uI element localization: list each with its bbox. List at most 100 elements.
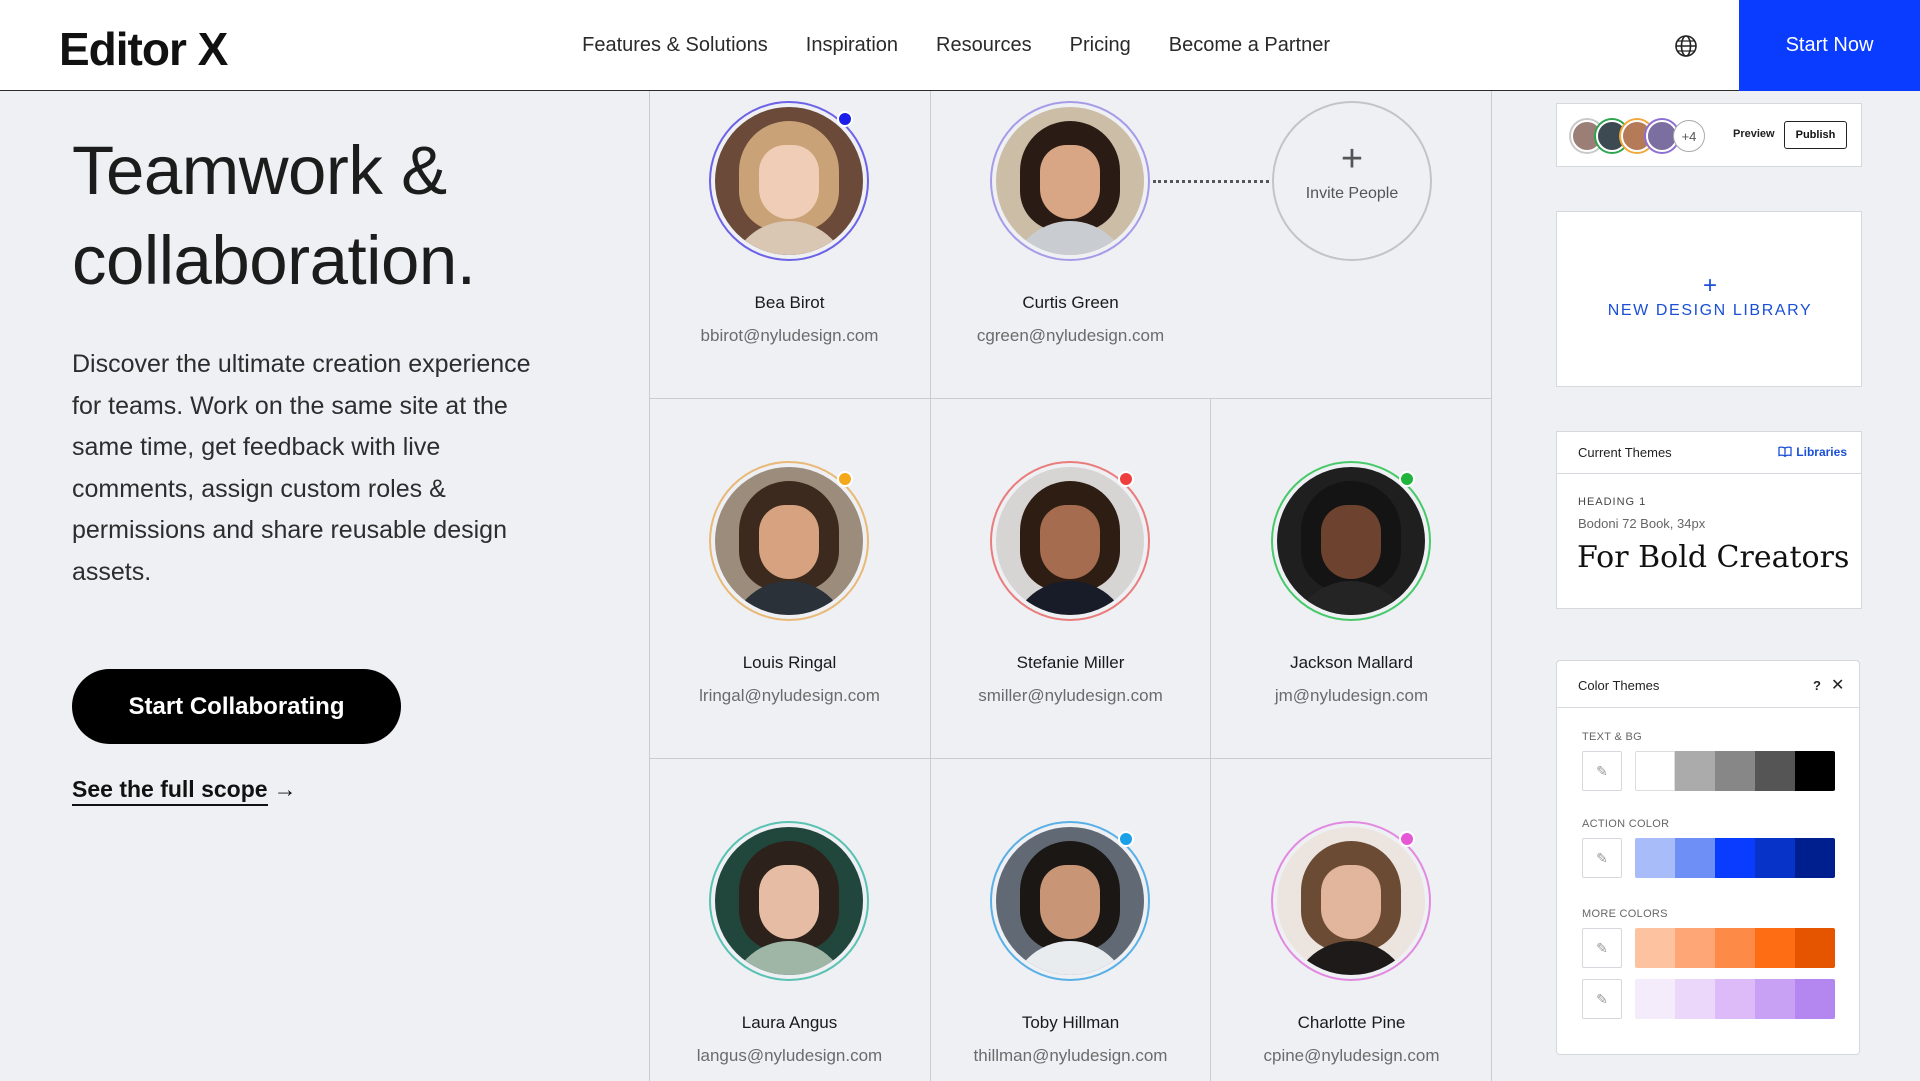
invite-people-button[interactable]: + Invite People <box>1272 101 1432 261</box>
team-member-name: Charlotte Pine <box>1297 1013 1406 1032</box>
edit-pencil-icon[interactable]: ✎ <box>1582 751 1622 791</box>
grid-divider <box>1210 398 1211 1081</box>
color-swatch[interactable] <box>1715 979 1755 1019</box>
help-icon[interactable]: ? <box>1813 678 1821 693</box>
edit-pencil-icon[interactable]: ✎ <box>1582 979 1622 1019</box>
grid-divider <box>1491 91 1492 1081</box>
color-themes-header: Color Themes ? ✕ <box>1557 661 1859 708</box>
color-swatch-row <box>1635 838 1835 878</box>
edit-pencil-icon[interactable]: ✎ <box>1582 838 1622 878</box>
edit-pencil-icon[interactable]: ✎ <box>1582 928 1622 968</box>
see-full-scope-label: See the full scope <box>72 776 268 806</box>
color-swatch[interactable] <box>1715 838 1755 878</box>
color-swatch[interactable] <box>1795 979 1835 1019</box>
new-design-library-card[interactable]: + NEW DESIGN LIBRARY <box>1556 211 1862 387</box>
color-swatch[interactable] <box>1635 838 1675 878</box>
team-member-name: Bea Birot <box>754 293 825 312</box>
new-design-library-label: NEW DESIGN LIBRARY <box>1607 302 1813 319</box>
team-member-name: Laura Angus <box>741 1013 838 1032</box>
grid-divider <box>930 91 931 1081</box>
color-swatch[interactable] <box>1675 751 1715 791</box>
color-swatch[interactable] <box>1755 979 1795 1019</box>
team-member-email: lringal@nyludesign.com <box>699 686 880 705</box>
color-themes-panel: Color Themes ? ✕ TEXT & BG ✎ ACTION COLOR ✎… <box>1556 660 1860 1055</box>
color-themes-title: Color Themes <box>1578 678 1660 693</box>
color-swatch[interactable] <box>1795 838 1835 878</box>
avatar-photo <box>715 107 863 255</box>
globe-icon[interactable] <box>1674 34 1698 58</box>
color-swatch[interactable] <box>1675 979 1715 1019</box>
plus-icon: + <box>1340 138 1364 180</box>
libraries-link[interactable]: Libraries <box>1778 445 1847 459</box>
team-member-avatar[interactable] <box>1271 461 1431 621</box>
team-member-email: langus@nyludesign.com <box>696 1046 883 1065</box>
team-member-avatar[interactable] <box>709 821 869 981</box>
start-now-button[interactable]: Start Now <box>1739 0 1920 91</box>
team-member-avatar[interactable] <box>709 101 869 261</box>
team-member-email: smiller@nyludesign.com <box>978 686 1163 705</box>
color-swatch[interactable] <box>1635 928 1675 968</box>
nav-inspiration[interactable]: Inspiration <box>806 34 898 57</box>
color-swatch[interactable] <box>1795 751 1835 791</box>
avatar-photo <box>996 107 1144 255</box>
nav-resources[interactable]: Resources <box>936 34 1032 57</box>
color-swatch[interactable] <box>1795 928 1835 968</box>
grid-divider <box>649 398 1492 399</box>
top-nav-bar: Editor X Features & Solutions Inspiratio… <box>0 0 1920 91</box>
online-status-dot <box>1118 831 1134 847</box>
avatar-photo <box>715 467 863 615</box>
team-member-avatar[interactable] <box>990 101 1150 261</box>
color-swatch[interactable] <box>1755 928 1795 968</box>
avatar-photo <box>715 827 863 975</box>
color-swatch[interactable] <box>1755 751 1795 791</box>
nav-become-partner[interactable]: Become a Partner <box>1169 34 1330 57</box>
color-section-label: ACTION COLOR <box>1582 818 1670 830</box>
current-themes-title: Current Themes <box>1578 445 1672 460</box>
color-swatch[interactable] <box>1635 751 1675 791</box>
publish-button[interactable]: Publish <box>1784 121 1847 149</box>
color-swatch-row <box>1635 979 1835 1019</box>
color-swatch[interactable] <box>1635 979 1675 1019</box>
main-nav: Features & Solutions Inspiration Resourc… <box>582 0 1330 91</box>
grid-divider <box>649 91 650 1081</box>
color-swatch-row <box>1635 751 1835 791</box>
editor-x-logo[interactable]: Editor X <box>59 22 228 76</box>
start-collaborating-button[interactable]: Start Collaborating <box>72 669 401 744</box>
plus-icon: + <box>1702 272 1717 299</box>
color-swatch[interactable] <box>1715 928 1755 968</box>
see-full-scope-link[interactable]: See the full scope → <box>72 776 297 806</box>
color-swatch[interactable] <box>1675 928 1715 968</box>
team-member-avatar[interactable] <box>990 461 1150 621</box>
team-member-avatar[interactable] <box>709 461 869 621</box>
color-swatch[interactable] <box>1675 838 1715 878</box>
nav-pricing[interactable]: Pricing <box>1070 34 1131 57</box>
color-swatch[interactable] <box>1715 751 1755 791</box>
team-member-avatar[interactable] <box>1271 821 1431 981</box>
hero-description: Discover the ultimate creation experienc… <box>72 350 531 586</box>
more-collaborators-badge[interactable]: +4 <box>1673 120 1705 152</box>
online-status-dot <box>1118 471 1134 487</box>
avatar-photo <box>996 467 1144 615</box>
team-member-avatar[interactable] <box>990 821 1150 981</box>
heading-sample-text[interactable]: For Bold Creators <box>1577 540 1849 575</box>
close-icon[interactable]: ✕ <box>1831 675 1844 695</box>
color-swatch-row <box>1635 928 1835 968</box>
arrow-right-icon: → <box>273 776 297 802</box>
current-themes-panel: Current Themes Libraries HEADING 1 Bodon… <box>1556 431 1862 609</box>
current-themes-header: Current Themes Libraries <box>1557 432 1861 474</box>
grid-divider <box>649 758 1492 759</box>
libraries-label: Libraries <box>1796 445 1847 459</box>
avatar-photo <box>1277 467 1425 615</box>
team-member-email: cgreen@nyludesign.com <box>976 326 1165 345</box>
heading-style-label: HEADING 1 <box>1578 496 1647 508</box>
team-member-email: bbirot@nyludesign.com <box>700 326 879 345</box>
book-icon <box>1778 446 1792 458</box>
team-member-name: Louis Ringal <box>742 653 837 672</box>
hero-title-line-1: Teamwork & <box>72 132 447 209</box>
online-status-dot <box>837 471 853 487</box>
color-swatch[interactable] <box>1755 838 1795 878</box>
preview-button[interactable]: Preview <box>1733 128 1775 140</box>
nav-features-solutions[interactable]: Features & Solutions <box>582 34 768 57</box>
team-member-email: thillman@nyludesign.com <box>973 1046 1168 1065</box>
team-member-email: jm@nyludesign.com <box>1274 686 1429 705</box>
